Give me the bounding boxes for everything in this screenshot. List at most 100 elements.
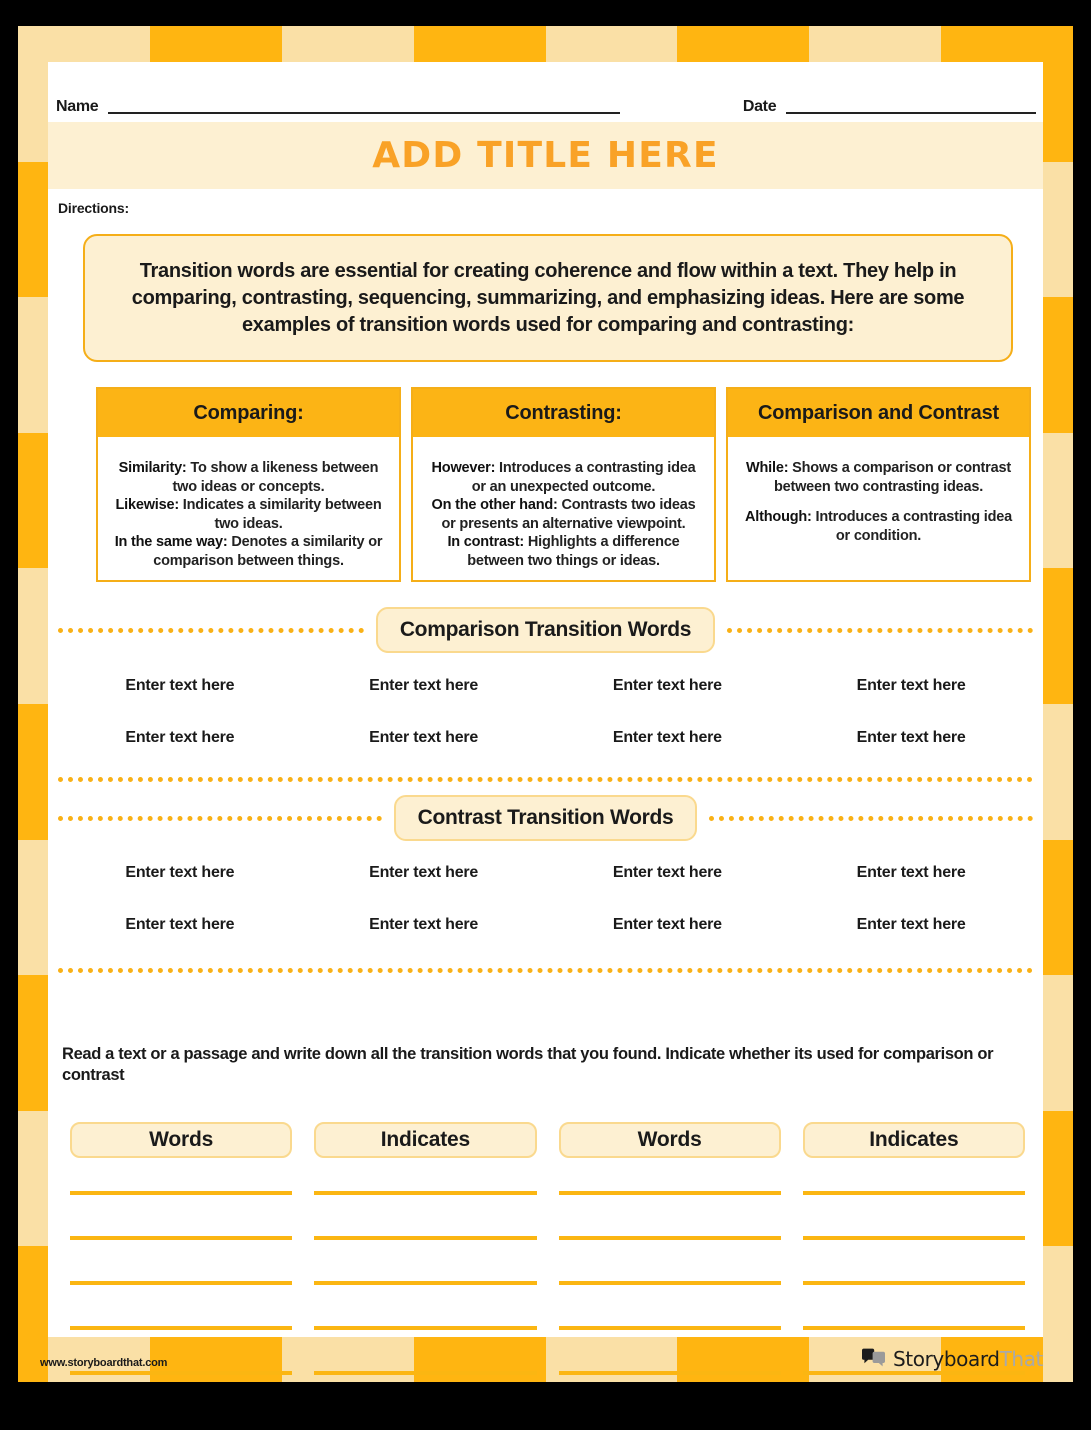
name-label: Name xyxy=(56,98,99,115)
directions-label: Directions: xyxy=(58,200,129,216)
definition-entry: Similarity: To show a likeness between t… xyxy=(110,459,387,496)
comparison-entry-field[interactable]: Enter text here xyxy=(302,729,546,747)
table-answer-line[interactable] xyxy=(558,1281,781,1285)
table-column-indicates-2: Indicates xyxy=(802,1122,1025,1375)
contrast-entry-field[interactable]: Enter text here xyxy=(58,916,302,934)
definition-term: Likewise: xyxy=(115,497,179,514)
comparison-section-divider: Comparison Transition Words xyxy=(58,607,1034,653)
dotted-rule-full xyxy=(58,968,1033,973)
border-block xyxy=(809,26,942,62)
contrast-entry-field[interactable]: Enter text here xyxy=(302,864,546,882)
name-input-line[interactable] xyxy=(108,112,621,114)
border-strip-left xyxy=(18,26,48,1382)
border-block xyxy=(1043,161,1073,298)
border-block xyxy=(18,297,48,433)
definition-column-contrasting: Contrasting: However: Introduces a contr… xyxy=(411,387,716,583)
contrast-entry-field[interactable]: Enter text here xyxy=(789,916,1033,934)
name-date-row: Name Date xyxy=(56,84,1036,118)
contrast-entry-field[interactable]: Enter text here xyxy=(302,916,546,934)
definition-entry: While: Shows a comparison or contrast be… xyxy=(740,459,1017,496)
comparison-entry-field[interactable]: Enter text here xyxy=(546,677,790,695)
table-column-words-1: Words xyxy=(70,1122,293,1375)
border-block xyxy=(1043,297,1073,433)
table-answer-line[interactable] xyxy=(802,1326,1025,1330)
contrast-entry-field[interactable]: Enter text here xyxy=(789,864,1033,882)
table-answer-line[interactable] xyxy=(802,1281,1025,1285)
table-answer-line[interactable] xyxy=(70,1236,293,1240)
contrast-entry-field[interactable]: Enter text here xyxy=(546,864,790,882)
comparison-entry-field[interactable]: Enter text here xyxy=(302,677,546,695)
table-header-cell: Words xyxy=(558,1122,781,1158)
contrast-entry-field[interactable]: Enter text here xyxy=(58,864,302,882)
title-band: ADD TITLE HERE xyxy=(48,122,1043,189)
dotted-rule-left xyxy=(58,627,364,633)
column-heading: Comparing: xyxy=(98,389,399,437)
comparison-section-label: Comparison Transition Words xyxy=(375,607,716,653)
comparison-entry-field[interactable]: Enter text here xyxy=(546,729,790,747)
table-answer-line[interactable] xyxy=(802,1236,1025,1240)
table-header-cell: Indicates xyxy=(314,1122,537,1158)
definition-text: Introduces a contrasting idea or conditi… xyxy=(811,509,1013,544)
table-answer-line[interactable] xyxy=(70,1191,293,1195)
definition-term: On the other hand: xyxy=(431,497,558,514)
table-answer-line[interactable] xyxy=(314,1371,537,1375)
table-answer-line[interactable] xyxy=(558,1326,781,1330)
worksheet-page: Name Date ADD TITLE HERE Directions: Tra… xyxy=(0,0,1091,1430)
border-block xyxy=(545,26,678,62)
table-answer-line[interactable] xyxy=(314,1326,537,1330)
definition-term: In the same way: xyxy=(114,534,228,551)
comparison-entry-grid: Enter text here Enter text here Enter te… xyxy=(58,677,1033,747)
definition-entry: However: Introduces a contrasting idea o… xyxy=(425,459,702,496)
definition-entry: In the same way: Denotes a similarity or… xyxy=(110,533,387,570)
comparison-entry-field[interactable]: Enter text here xyxy=(789,677,1033,695)
table-answer-line[interactable] xyxy=(70,1326,293,1330)
contrast-entry-field[interactable]: Enter text here xyxy=(546,916,790,934)
table-answer-line[interactable] xyxy=(70,1281,293,1285)
definition-text: To show a likeness between two ideas or … xyxy=(172,460,379,495)
table-answer-line[interactable] xyxy=(314,1281,537,1285)
table-answer-line[interactable] xyxy=(558,1236,781,1240)
definition-term: However: xyxy=(431,460,496,476)
storyboardthat-logo[interactable]: StoryboardThat xyxy=(861,1346,1043,1372)
table-answer-line[interactable] xyxy=(558,1371,781,1375)
table-header-cell: Indicates xyxy=(802,1122,1025,1158)
comparison-entry-field[interactable]: Enter text here xyxy=(789,729,1033,747)
footer-website-url[interactable]: www.storyboardthat.com xyxy=(40,1357,167,1369)
table-answer-line[interactable] xyxy=(802,1191,1025,1195)
table-answer-line[interactable] xyxy=(314,1191,537,1195)
table-column-indicates-1: Indicates xyxy=(314,1122,537,1375)
table-answer-line[interactable] xyxy=(314,1236,537,1240)
border-block xyxy=(1043,975,1073,1111)
comparison-entry-field[interactable]: Enter text here xyxy=(58,729,302,747)
border-block xyxy=(1043,26,1073,162)
border-block xyxy=(18,975,48,1111)
date-input-line[interactable] xyxy=(786,112,1036,114)
table-header-cell: Words xyxy=(70,1122,293,1158)
definition-entry: Likewise: Indicates a similarity between… xyxy=(110,496,387,533)
worksheet-content: Name Date ADD TITLE HERE Directions: Tra… xyxy=(48,62,1043,1375)
definition-entry: On the other hand: Contrasts two ideas o… xyxy=(425,496,702,533)
table-answer-line[interactable] xyxy=(558,1191,781,1195)
border-strip-right xyxy=(1043,26,1073,1382)
border-strip-top xyxy=(18,26,1073,62)
dotted-rule-full xyxy=(58,777,1033,782)
intro-body-text: words are essential for creating coheren… xyxy=(131,259,965,336)
definition-term: Although: xyxy=(745,509,812,526)
dotted-rule-right xyxy=(709,815,1033,821)
intro-callout-box: Transition words are essential for creat… xyxy=(83,234,1013,362)
definition-columns: Comparing: Similarity: To show a likenes… xyxy=(96,387,1031,583)
page-title[interactable]: ADD TITLE HERE xyxy=(372,135,719,176)
definition-term: While: xyxy=(746,460,789,476)
border-block xyxy=(1043,703,1073,840)
border-block xyxy=(1043,1110,1073,1247)
border-block xyxy=(18,1110,48,1247)
dotted-rule-right xyxy=(727,627,1034,633)
contrast-entry-grid: Enter text here Enter text here Enter te… xyxy=(58,864,1033,934)
table-answer-line[interactable] xyxy=(70,1371,293,1375)
logo-word-primary: Storyboard xyxy=(893,1347,1000,1371)
definition-text: Indicates a similarity between two ideas… xyxy=(178,497,382,532)
border-block xyxy=(18,703,48,840)
comparison-entry-field[interactable]: Enter text here xyxy=(58,677,302,695)
contrast-section-divider: Contrast Transition Words xyxy=(58,795,1033,841)
definition-text: Introduces a contrasting idea or an unex… xyxy=(471,460,696,495)
